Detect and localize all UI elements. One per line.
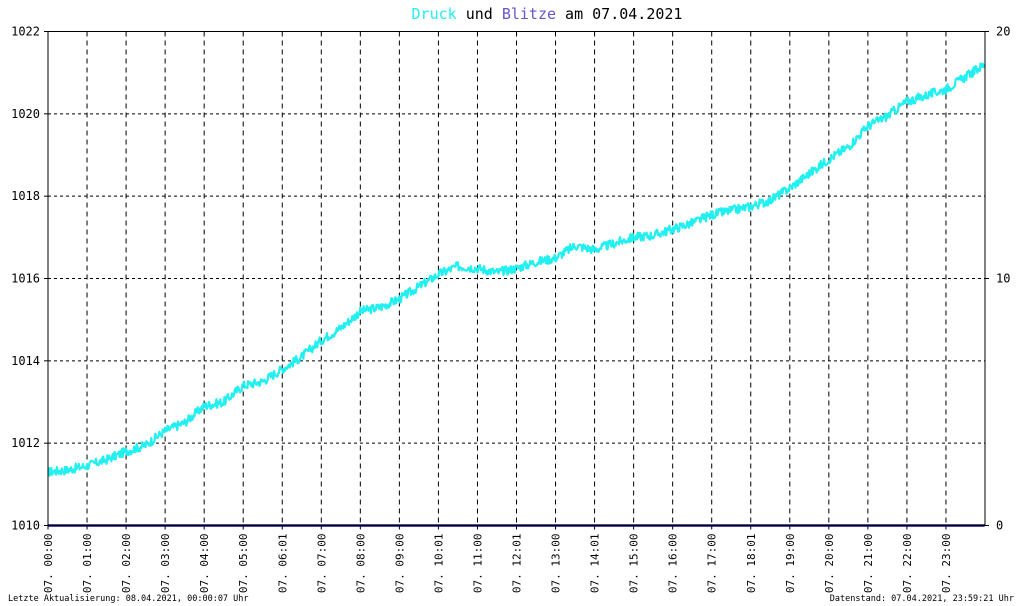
footer-last-update: Letzte Aktualisierung: 08.04.2021, 00:00… [8, 594, 249, 604]
x-tick-label: 07. 15:00 [628, 534, 641, 594]
x-tick-label: 07. 19:00 [784, 534, 797, 594]
y-left-tick-label: 1016 [11, 272, 40, 286]
x-tick-label: 07. 17:00 [706, 534, 719, 594]
x-tick-label: 07. 04:00 [198, 534, 211, 594]
y-left-tick-label: 1014 [11, 354, 40, 368]
y-left-tick-label: 1020 [11, 107, 40, 121]
y-left-tick-label: 1010 [11, 519, 40, 533]
x-tick-label: 07. 03:00 [159, 534, 172, 594]
x-tick-label: 07. 12:01 [511, 534, 524, 594]
y-axis-left: 1010 1012 1014 1016 1018 1020 1022 [11, 25, 48, 533]
x-tick-label: 07. 21:00 [862, 534, 875, 594]
pressure-lightning-chart: Druck und Blitze am 07.04.2021 101010121… [11, 5, 1010, 594]
y-right-tick-label: 0 [996, 519, 1003, 533]
x-tick-label: 07. 13:00 [550, 534, 563, 594]
x-tick-label: 07. 07:00 [315, 534, 328, 594]
x-tick-label: 07. 08:00 [354, 534, 367, 594]
title-druck: Druck [412, 5, 457, 23]
title-blitze: Blitze [502, 5, 556, 23]
y-left-tick-label: 1022 [11, 25, 40, 39]
y-right-tick-label: 10 [996, 272, 1010, 286]
y-left-tick-label: 1018 [11, 189, 40, 203]
x-axis: 07. 00:00 07. 01:00 07. 02:00 07. 03:00 07. … [42, 525, 953, 594]
x-tick-label: 07. 10:01 [432, 534, 445, 594]
x-tick-label: 07. 18:01 [745, 534, 758, 594]
footer-data-status: Datenstand: 07.04.2021, 23:59:21 Uhr [829, 594, 1014, 604]
x-tick-label: 07. 11:00 [471, 534, 484, 594]
chart-title: Druck und Blitze am 07.04.2021 [412, 5, 683, 23]
x-tick-label: 07. 06:01 [276, 534, 289, 594]
y-right-tick-label: 20 [996, 25, 1010, 39]
x-tick-label: 07. 23:00 [940, 534, 953, 594]
x-tick-label: 07. 01:00 [81, 534, 94, 594]
x-tick-label: 07. 16:00 [667, 534, 680, 594]
x-tick-label: 07. 02:00 [120, 534, 133, 594]
title-date: am 07.04.2021 [556, 5, 682, 23]
y-left-tick-label: 1012 [11, 436, 40, 450]
grid [48, 31, 985, 526]
x-tick-label: 07. 20:00 [823, 534, 836, 594]
x-tick-label: 07. 05:00 [237, 534, 250, 594]
x-tick-label: 07. 09:00 [393, 534, 406, 594]
x-tick-label: 07. 00:00 [42, 534, 55, 594]
x-tick-label: 07. 14:01 [589, 534, 602, 594]
y-axis-right: 0 10 20 [985, 25, 1010, 533]
x-tick-label: 07. 22:00 [901, 534, 914, 594]
title-und: und [457, 5, 502, 23]
